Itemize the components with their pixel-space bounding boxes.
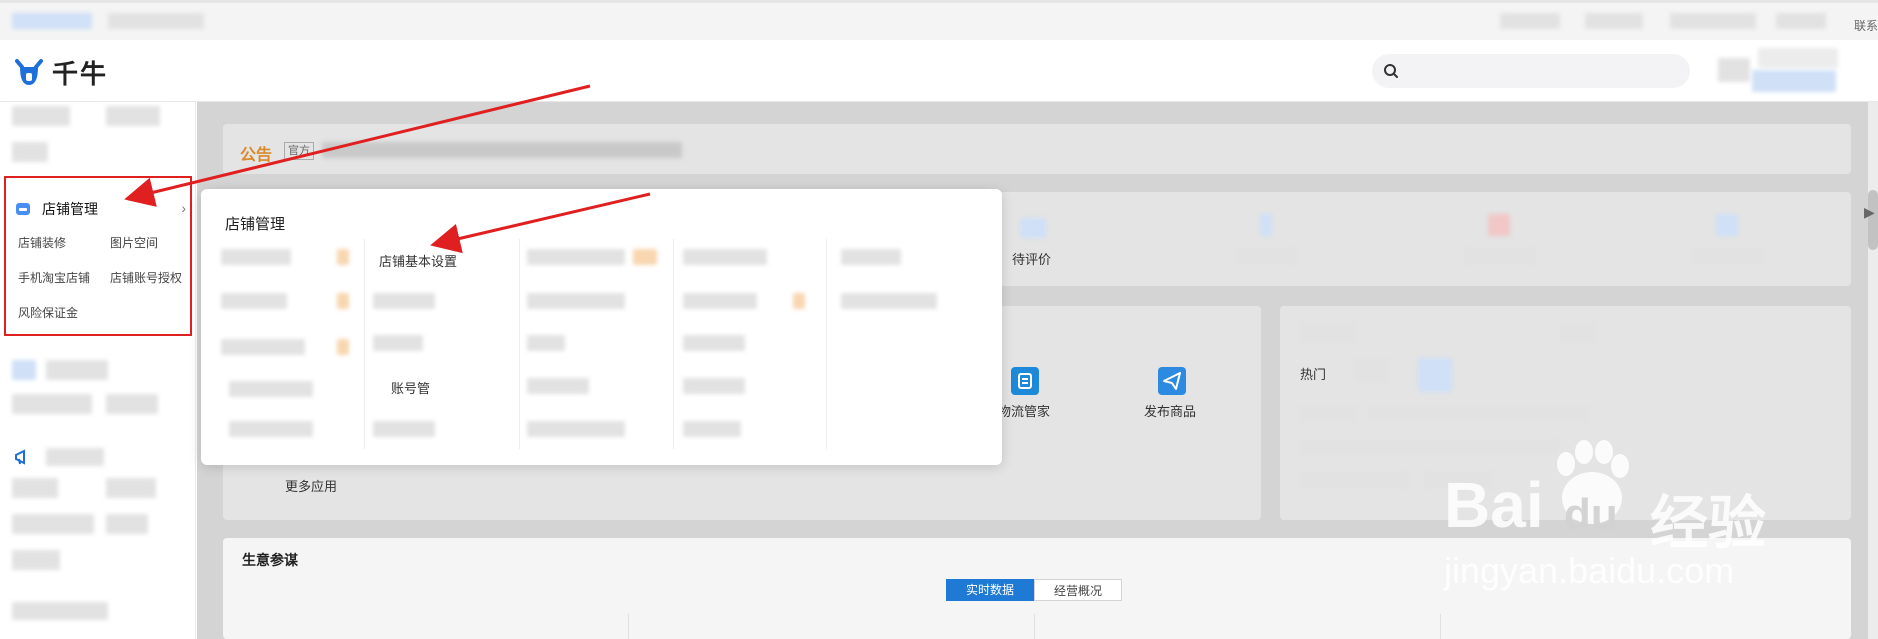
watermark-url: jingyan.baidu.com bbox=[1444, 550, 1735, 591]
watermark-jingyan: 经验 bbox=[1650, 489, 1767, 557]
watermark-brand-right: du bbox=[1564, 490, 1618, 539]
red-arrow-1 bbox=[124, 84, 591, 207]
baidu-watermark: Bai du 经验 jingyan.baidu.com bbox=[1440, 440, 1810, 591]
watermark-brand-left: Bai bbox=[1444, 469, 1544, 541]
red-arrow-2 bbox=[430, 192, 651, 254]
